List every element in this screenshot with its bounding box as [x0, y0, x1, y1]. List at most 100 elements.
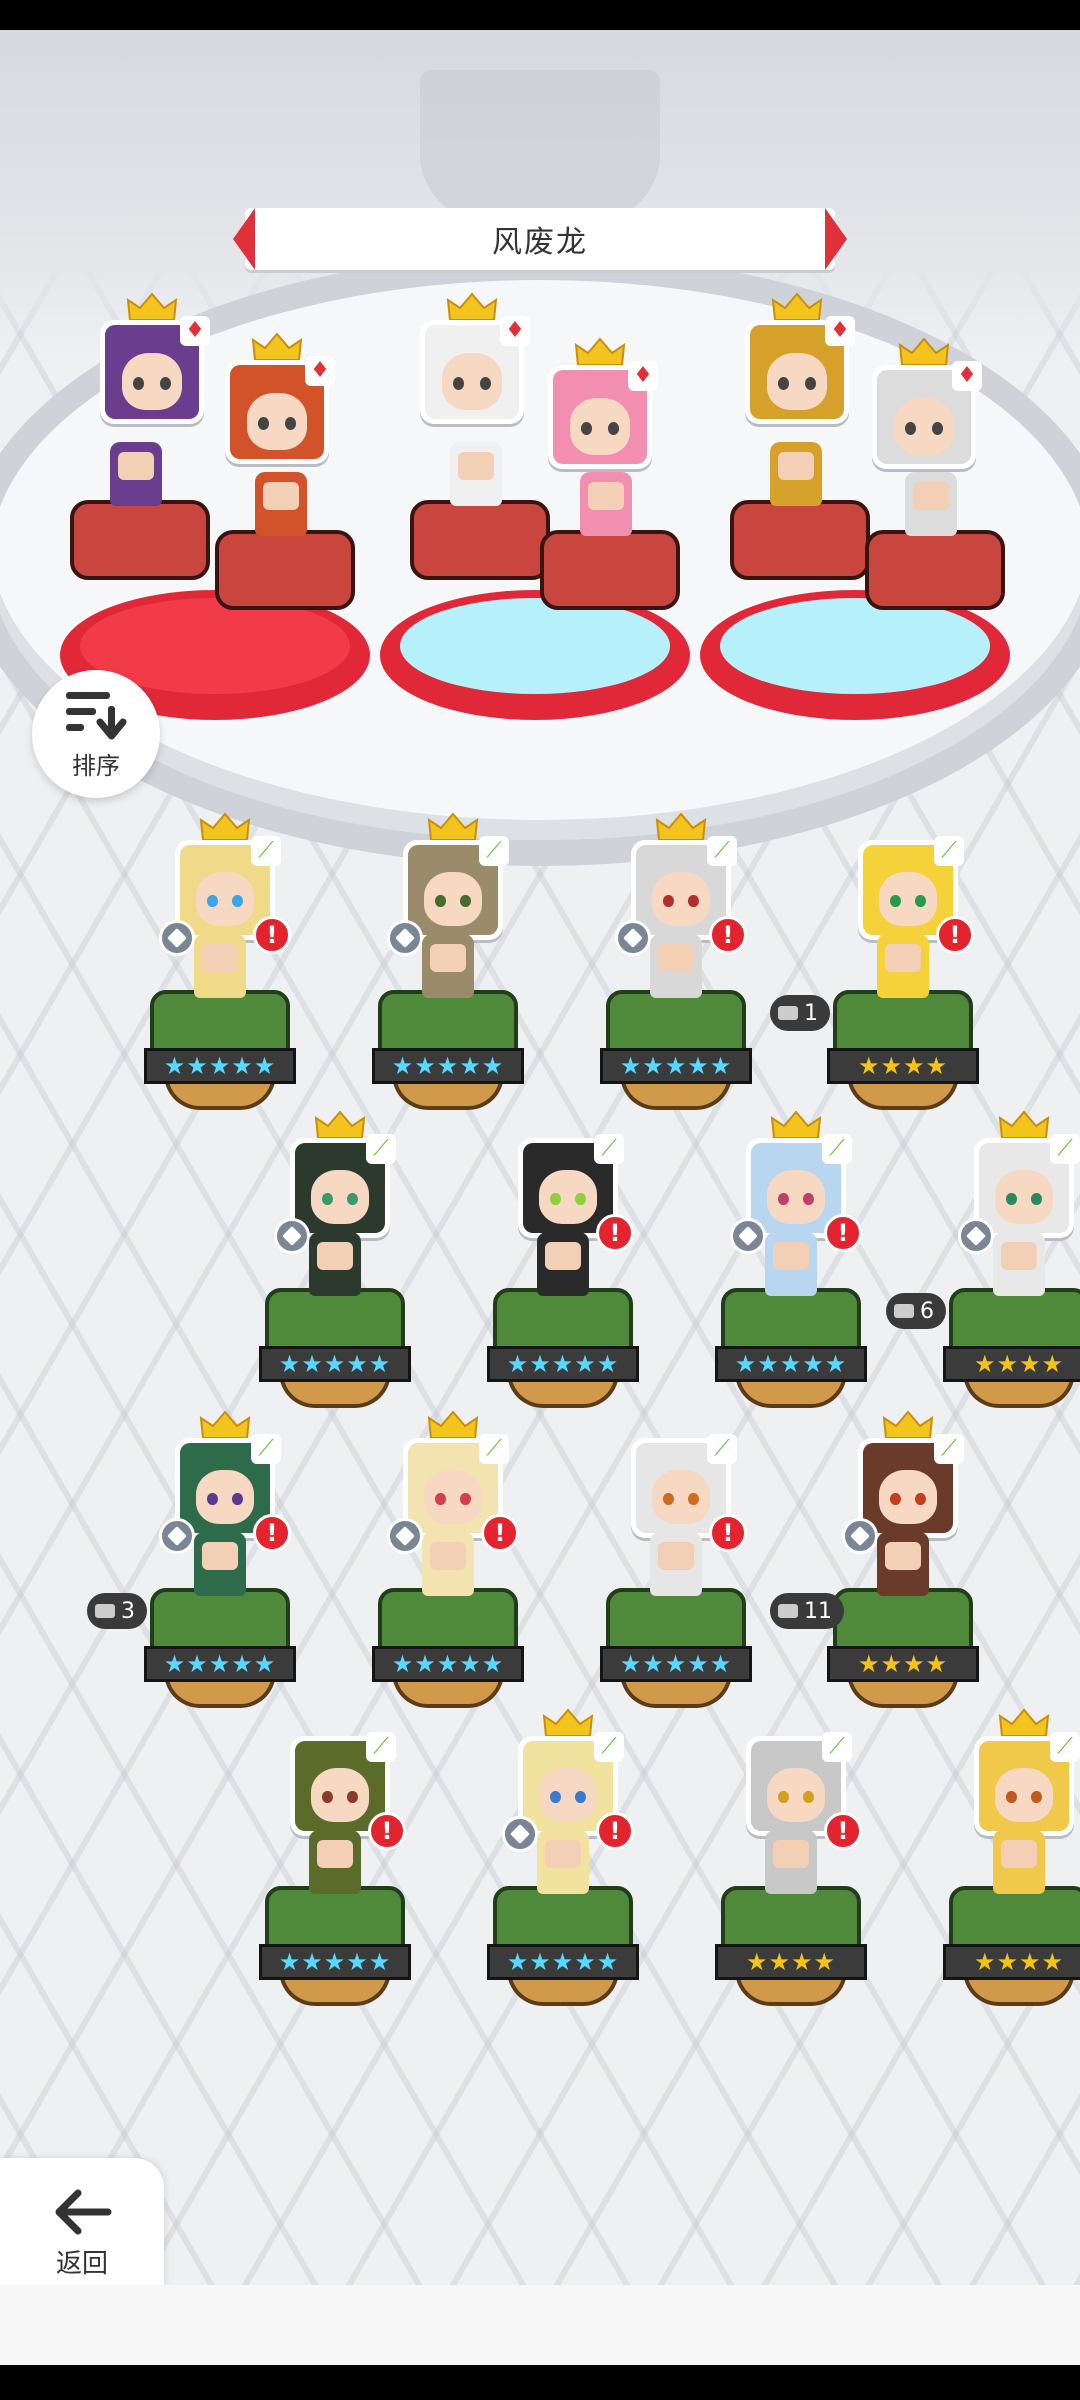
hero-platform[interactable]: ★★★★ — [827, 934, 979, 1110]
platform-grass — [265, 1886, 405, 1950]
roster-hero-card[interactable]: ⟋ — [842, 1410, 964, 1554]
title-banner: 风废龙 — [233, 208, 847, 270]
portrait-face — [311, 1170, 369, 1224]
hero-platform[interactable]: ★★★★★ — [259, 1232, 411, 1408]
pixel-hero-sprite — [110, 442, 162, 506]
hero-platform[interactable]: ★★★★★ — [259, 1830, 411, 2006]
count-badge: 1 — [770, 995, 830, 1031]
portrait-face — [311, 1768, 369, 1822]
portrait-face — [893, 398, 955, 455]
roster-hero-card[interactable]: ⟋ — [274, 1110, 396, 1254]
roster-hero-card[interactable]: ⟋! — [159, 812, 291, 956]
hero-platform[interactable]: ★★★★★ — [144, 1532, 296, 1708]
hero-platform[interactable]: ★★★★★ — [715, 1232, 867, 1408]
roster-hero-card[interactable]: ⟋! — [159, 1410, 291, 1554]
alert-icon: ! — [824, 1812, 862, 1850]
platform-grass — [493, 1886, 633, 1950]
team-hero-card[interactable]: ♦ — [100, 292, 210, 424]
sort-button[interactable]: 排序 — [32, 670, 160, 798]
game-scene: 风废龙 ♦ ♦ ♦ ♦ ♦ ♦ 排序 ⟋! ★★★★★ ⟋ ★★★★★ ⟋! ★★★★★ ⟋! ★★★★… — [0, 30, 1080, 2285]
roster-hero-card[interactable]: ⟋ — [958, 1110, 1080, 1254]
count-value: 6 — [920, 1298, 934, 1324]
portrait-eye-left — [322, 1790, 333, 1804]
portrait-eye-right — [607, 421, 619, 435]
platform-grass — [721, 1288, 861, 1352]
coin-stack-icon — [894, 1304, 914, 1318]
portrait-eye-right — [159, 376, 171, 390]
portrait-eye-right — [347, 1192, 358, 1206]
portrait-eye-right — [284, 416, 296, 430]
roster-hero-card[interactable]: ⟋! — [615, 812, 747, 956]
roster-hero-card[interactable]: ⟋! — [502, 1708, 634, 1852]
star-rating: ★★★★★ — [372, 1048, 524, 1084]
roster-hero-card[interactable]: ⟋! — [631, 1434, 747, 1552]
portrait-face — [539, 1768, 597, 1822]
hero-platform[interactable]: ★★★★ — [943, 1232, 1080, 1408]
pedestal-block — [540, 530, 680, 610]
roster-hero-card[interactable]: ⟋! — [730, 1110, 862, 1254]
platform-grass — [493, 1288, 633, 1352]
portrait-face — [995, 1768, 1053, 1822]
hero-platform[interactable]: ★★★★★ — [600, 934, 752, 1110]
pedestal-block — [410, 500, 550, 580]
pixel-hero-sprite — [650, 934, 702, 998]
roster-hero-card[interactable]: ⟋! — [290, 1732, 406, 1850]
hero-platform[interactable]: ★★★★★ — [487, 1830, 639, 2006]
alert-icon: ! — [596, 1812, 634, 1850]
star-rating: ★★★★★ — [487, 1944, 639, 1980]
gear-icon — [958, 1218, 994, 1254]
back-arrow-icon — [55, 2189, 112, 2234]
portrait-eye-left — [890, 894, 901, 908]
pixel-hero-sprite — [450, 442, 502, 506]
crown-icon — [446, 292, 498, 321]
wind-element-icon: ⟋ — [366, 1134, 396, 1164]
alert-icon: ! — [709, 1514, 747, 1552]
crown-icon — [251, 332, 303, 361]
hero-platform[interactable]: ★★★★★ — [487, 1232, 639, 1408]
roster-hero-card[interactable]: ⟋! — [387, 1410, 519, 1554]
roster-hero-card[interactable]: ⟋ — [387, 812, 509, 956]
portrait-face — [121, 353, 183, 410]
wind-element-icon: ⟋ — [934, 1434, 964, 1464]
crown-icon — [898, 337, 950, 366]
wind-element-icon: ⟋ — [822, 1732, 852, 1762]
crown-icon — [427, 1410, 479, 1439]
pixel-hero-sprite — [537, 1232, 589, 1296]
sort-label: 排序 — [72, 751, 120, 780]
crown-icon — [199, 812, 251, 841]
wind-element-icon: ⟋ — [822, 1134, 852, 1164]
pixel-hero-sprite — [765, 1232, 817, 1296]
hero-platform[interactable]: ★★★★ — [715, 1830, 867, 2006]
roster-hero-card[interactable]: ⟋ — [974, 1708, 1080, 1836]
roster-hero-card[interactable]: ⟋! — [518, 1134, 634, 1252]
team-hero-card[interactable]: ♦ — [548, 337, 658, 469]
pedestal-ring-inner — [720, 598, 990, 694]
pedestal-block — [730, 500, 870, 580]
crown-icon — [998, 1110, 1050, 1139]
team-hero-card[interactable]: ♦ — [420, 292, 530, 424]
hero-platform[interactable]: ★★★★ — [943, 1830, 1080, 2006]
hero-platform[interactable]: ★★★★ — [827, 1532, 979, 1708]
roster-hero-card[interactable]: ⟋! — [858, 836, 974, 954]
portrait-face — [196, 1470, 254, 1524]
pixel-hero-sprite — [255, 472, 307, 536]
portrait-face — [879, 1470, 937, 1524]
team-hero-card[interactable]: ♦ — [745, 292, 855, 424]
wind-element-icon: ⟋ — [934, 836, 964, 866]
roster-hero-card[interactable]: ⟋! — [746, 1732, 862, 1850]
hero-platform[interactable]: ★★★★★ — [144, 934, 296, 1110]
hero-platform[interactable]: ★★★★★ — [372, 1532, 524, 1708]
portrait-eye-left — [778, 1790, 789, 1804]
crown-icon — [199, 1410, 251, 1439]
pixel-hero-sprite — [194, 1532, 246, 1596]
hero-platform[interactable]: ★★★★★ — [372, 934, 524, 1110]
wind-element-icon: ⟋ — [251, 1434, 281, 1464]
team-hero-card[interactable]: ♦ — [872, 337, 982, 469]
team-hero-card[interactable]: ♦ — [225, 332, 335, 464]
portrait-face — [767, 1170, 825, 1224]
pixel-hero-sprite — [905, 472, 957, 536]
pixel-hero-sprite — [993, 1830, 1045, 1894]
hero-platform[interactable]: ★★★★★ — [600, 1532, 752, 1708]
back-button[interactable]: 返回 — [0, 2158, 164, 2285]
portrait-eye-right — [347, 1790, 358, 1804]
